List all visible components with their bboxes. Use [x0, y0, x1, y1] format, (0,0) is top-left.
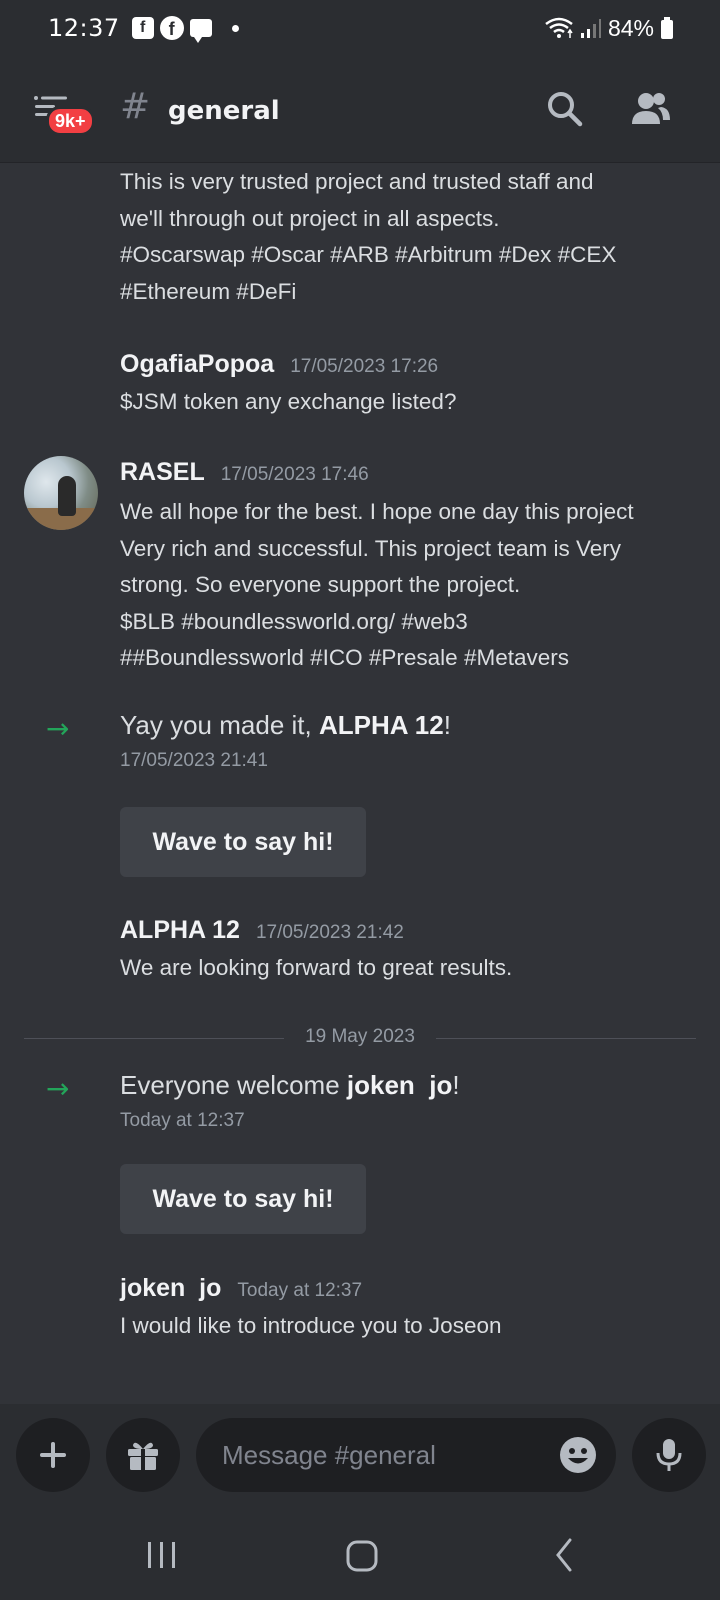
home-icon[interactable] — [342, 1536, 382, 1576]
message-header: OgafiaPopoa 17/05/2023 17:26 — [120, 350, 438, 379]
message-input-placeholder: Message #general — [222, 1439, 436, 1470]
author-name[interactable]: OgafiaPopoa — [120, 350, 274, 379]
emoji-icon[interactable] — [558, 1435, 598, 1475]
recent-apps-icon[interactable] — [142, 1536, 182, 1576]
gift-icon — [128, 1442, 158, 1470]
message-text-line: strong. So everyone support the project. — [120, 572, 521, 597]
message-input[interactable]: Message #general — [196, 1418, 616, 1492]
search-icon[interactable] — [544, 88, 586, 130]
status-right: 84% — [544, 15, 674, 42]
more-notifications-dot — [231, 24, 239, 32]
join-username[interactable]: ALPHA 12 — [319, 710, 444, 740]
date-divider: 19 May 2023 — [24, 1026, 696, 1050]
author-name[interactable]: joken jo — [120, 1274, 221, 1303]
avatar[interactable] — [24, 456, 98, 530]
message-list[interactable]: This is very trusted project and trusted… — [0, 164, 720, 1404]
microphone-icon — [656, 1439, 682, 1471]
message-text-line: I would like to introduce you to Joseon — [120, 1313, 502, 1338]
date-divider-label: 19 May 2023 — [305, 1026, 415, 1047]
message-text-line: we'll through out project in all aspects… — [120, 206, 500, 231]
join-timestamp: 17/05/2023 21:41 — [120, 750, 268, 771]
channel-header: 9k+ # general — [0, 56, 720, 163]
facebook-icon: f — [159, 16, 184, 40]
unread-badge: 9k+ — [46, 106, 95, 136]
wave-button[interactable]: Wave to say hi! — [120, 807, 366, 877]
signal-icon — [580, 19, 601, 38]
join-text: Everyone welcome joken jo! — [120, 1070, 460, 1101]
message-text-line: $BLB #boundlessworld.org/ #web3 — [120, 609, 468, 634]
message-header: ALPHA 12 17/05/2023 21:42 — [120, 916, 404, 945]
message-timestamp: 17/05/2023 21:42 — [255, 922, 404, 943]
system-nav-bar — [0, 1508, 720, 1600]
wave-button[interactable]: Wave to say hi! — [120, 1164, 366, 1234]
plus-icon — [40, 1442, 66, 1468]
chat-icon — [189, 19, 212, 43]
message-timestamp: 17/05/2023 17:46 — [220, 464, 369, 485]
battery-percent: 84% — [607, 14, 654, 41]
join-suffix: ! — [452, 1070, 460, 1100]
status-bar: 12:37 f f 84% — [0, 0, 720, 56]
join-timestamp: Today at 12:37 — [120, 1110, 245, 1131]
author-name[interactable]: RASEL — [120, 458, 205, 487]
back-icon[interactable] — [546, 1536, 586, 1576]
message-timestamp: 17/05/2023 17:26 — [290, 356, 439, 377]
facebook-square-icon: f — [131, 17, 154, 39]
message-header: RASEL 17/05/2023 17:46 — [120, 458, 369, 487]
author-name[interactable]: ALPHA 12 — [120, 916, 240, 945]
menu-button[interactable]: 9k+ — [32, 94, 95, 136]
status-time: 12:37 — [48, 14, 120, 42]
channel-title: general — [168, 96, 280, 126]
notification-icons: f f — [131, 16, 239, 43]
message-text-line: #Ethereum #DeFi — [120, 279, 297, 304]
message-text-line: #Oscarswap #Oscar #ARB #Arbitrum #Dex #C… — [120, 242, 617, 267]
message-text-line: ##Boundlessworld #ICO #Presale #Metavers — [120, 645, 569, 670]
message-header: joken jo Today at 12:37 — [120, 1274, 362, 1303]
join-arrow-icon: → — [46, 712, 70, 745]
join-prefix: Yay you made it, — [120, 710, 319, 740]
join-suffix: ! — [443, 710, 451, 740]
join-username[interactable]: joken jo — [347, 1070, 452, 1100]
join-prefix: Everyone welcome — [120, 1070, 347, 1100]
message-text-line: This is very trusted project and trusted… — [120, 169, 594, 194]
message-text-line: $JSM token any exchange listed? — [120, 389, 457, 414]
input-bar: Message #general — [0, 1404, 720, 1508]
join-text: Yay you made it, ALPHA 12! — [120, 710, 451, 741]
message-text-line: We are looking forward to great results. — [120, 955, 513, 980]
battery-icon — [661, 17, 673, 39]
divider-line-right — [436, 1038, 696, 1039]
wifi-icon — [545, 17, 573, 38]
message-text-line: Very rich and successful. This project t… — [120, 536, 622, 561]
channel-hash-icon: # — [120, 86, 151, 127]
message-text-line: We all hope for the best. I hope one day… — [120, 499, 634, 524]
join-arrow-icon: → — [46, 1072, 70, 1105]
message-timestamp: Today at 12:37 — [237, 1280, 363, 1301]
avatar-photo-figure — [58, 476, 76, 516]
add-attachment-button[interactable] — [16, 1418, 90, 1492]
voice-message-button[interactable] — [632, 1418, 706, 1492]
gift-button[interactable] — [106, 1418, 180, 1492]
members-icon[interactable] — [630, 88, 672, 130]
